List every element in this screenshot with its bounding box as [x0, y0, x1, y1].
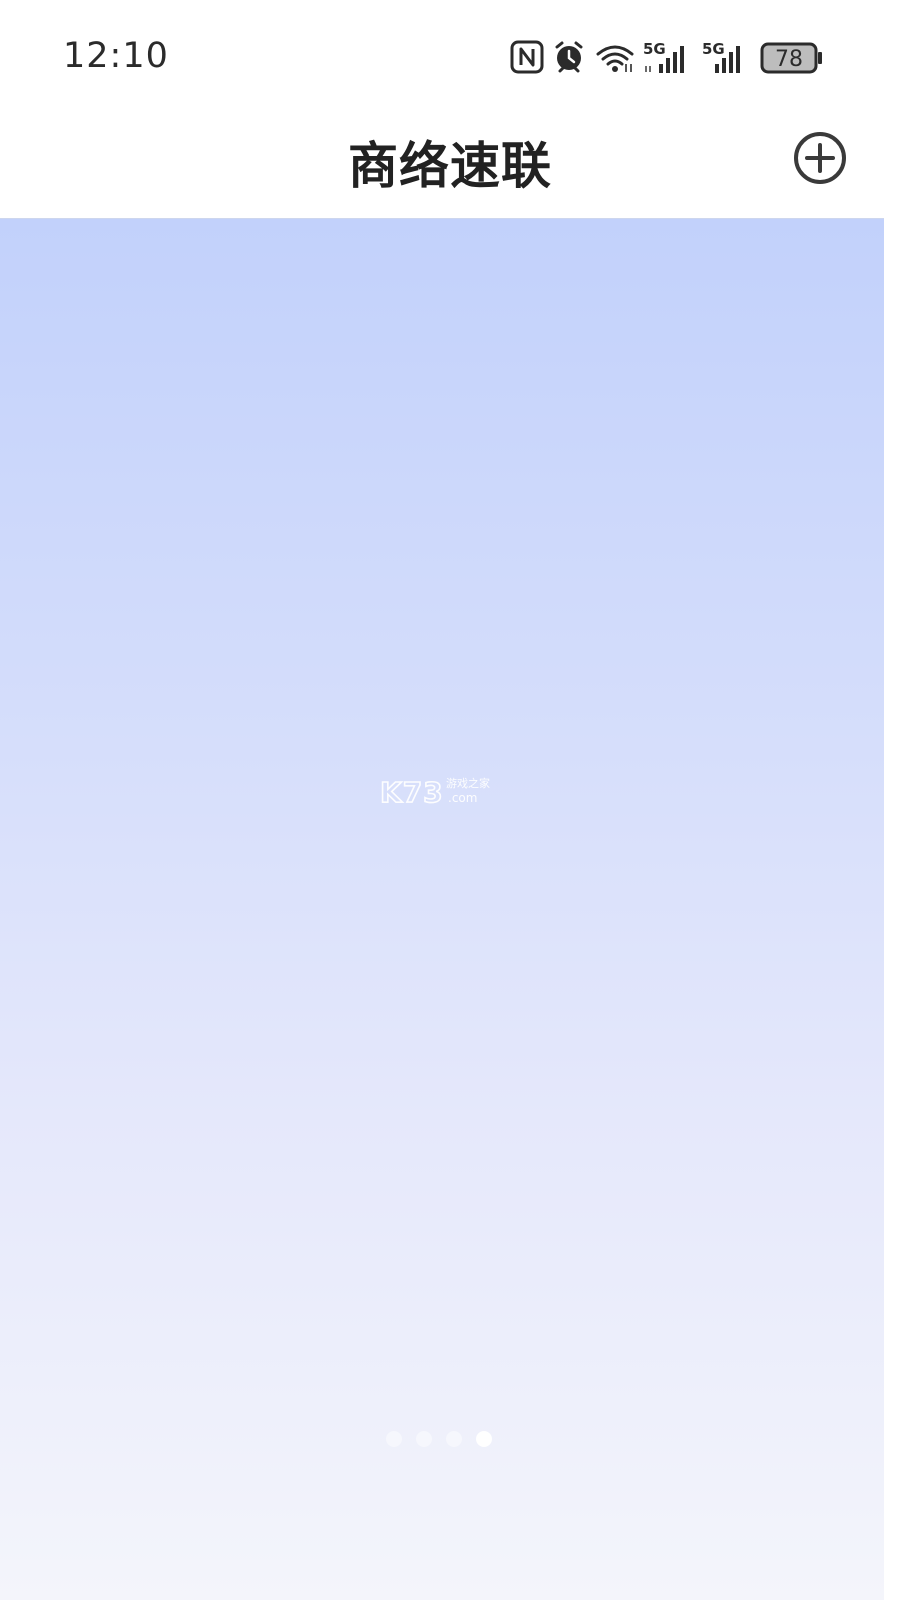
app-screen: 12:10 5G 5G 78 商络速联 K73 游戏之家 .com	[0, 0, 900, 1600]
status-bar: 12:10 5G 5G 78	[0, 0, 900, 110]
network-type-2: 5G	[702, 40, 725, 58]
guide-carousel[interactable]: K73 游戏之家 .com	[0, 218, 884, 1600]
alarm-icon	[555, 41, 583, 73]
page-dot[interactable]	[416, 1431, 432, 1447]
edge-strip	[884, 218, 900, 1600]
app-header: 商络速联	[0, 110, 900, 218]
watermark-domain: .com	[448, 791, 477, 805]
watermark-main: K73	[380, 776, 444, 808]
plus-circle-icon	[794, 132, 846, 184]
watermark-logo: K73 游戏之家 .com	[380, 775, 490, 808]
wifi-icon	[596, 45, 634, 72]
battery-icon: 78	[760, 42, 822, 74]
add-button[interactable]	[790, 128, 850, 188]
status-icons: 5G 5G 78	[510, 38, 830, 78]
page-dot[interactable]	[386, 1431, 402, 1447]
page-dot[interactable]	[446, 1431, 462, 1447]
page-indicator	[386, 1429, 492, 1449]
network-type-1: 5G	[643, 40, 666, 58]
signal-icon: 5G	[643, 40, 684, 73]
status-icons-svg: 5G 5G 78	[510, 40, 822, 74]
signal-icon-2: 5G	[702, 40, 740, 73]
status-time: 12:10	[63, 36, 169, 76]
page-title: 商络速联	[348, 137, 552, 195]
watermark-sub: 游戏之家	[446, 776, 490, 790]
page-dot[interactable]	[476, 1431, 492, 1447]
nfc-icon	[510, 40, 544, 74]
battery-level: 78	[775, 47, 803, 72]
